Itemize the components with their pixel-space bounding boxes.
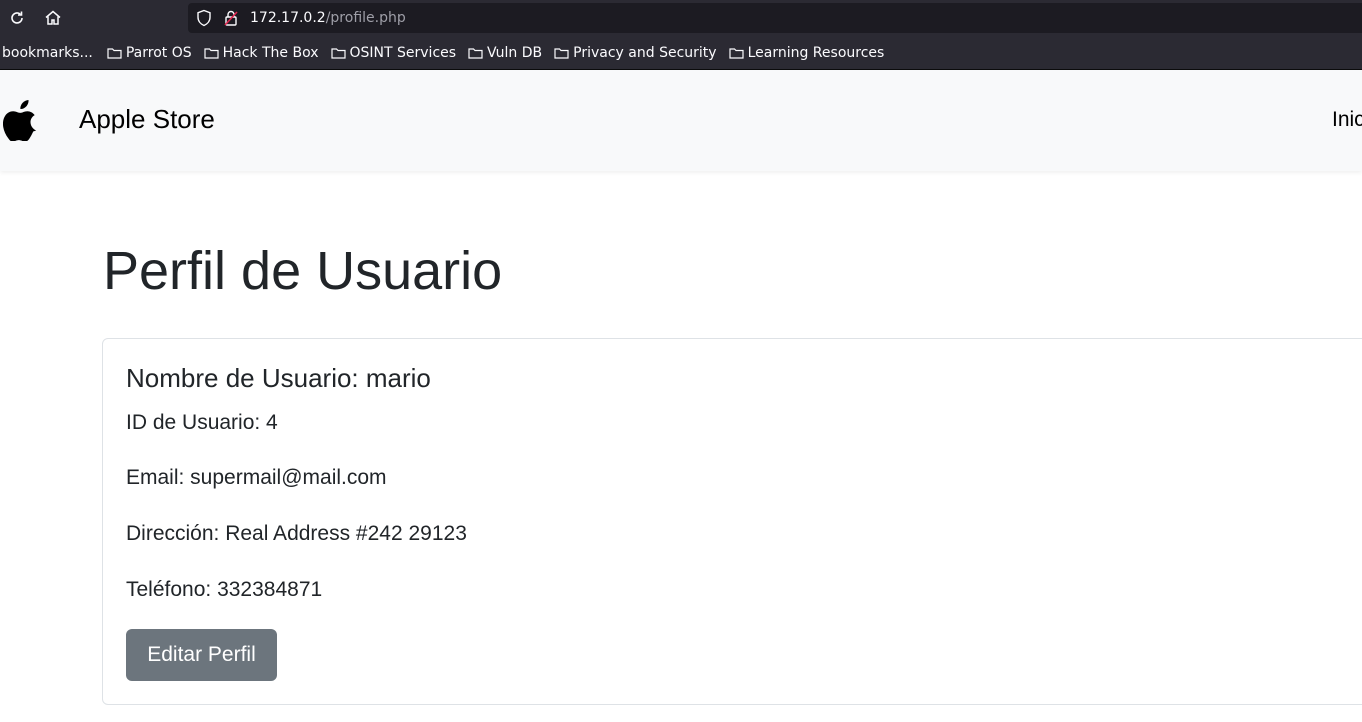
folder-icon bbox=[107, 47, 122, 59]
bookmark-label: Vuln DB bbox=[487, 44, 543, 61]
bookmark-overflow[interactable]: bookmarks... bbox=[2, 41, 93, 65]
nav-link-inicio[interactable]: Inic bbox=[1332, 107, 1362, 133]
bookmark-vuln-db[interactable]: Vuln DB bbox=[468, 41, 542, 65]
folder-icon bbox=[330, 47, 346, 59]
apple-logo-icon[interactable] bbox=[3, 97, 39, 141]
folder-icon bbox=[728, 47, 744, 59]
home-icon[interactable] bbox=[43, 8, 63, 28]
insecure-lock-icon[interactable] bbox=[223, 9, 239, 27]
bookmark-hack-the-box[interactable]: Hack The Box bbox=[204, 41, 319, 65]
url-host: 172.17.0.2 bbox=[250, 10, 326, 26]
page-title: Perfil de Usuario bbox=[103, 241, 503, 301]
user-id-text: ID de Usuario: 4 bbox=[126, 411, 278, 434]
shield-icon[interactable] bbox=[196, 9, 212, 27]
username-heading: Nombre de Usuario: mario bbox=[126, 363, 431, 393]
bookmark-label: Learning Resources bbox=[747, 44, 885, 61]
brand-title[interactable]: Apple Store bbox=[79, 102, 215, 136]
folder-icon bbox=[468, 47, 483, 59]
phone-text: Teléfono: 332384871 bbox=[126, 578, 323, 601]
folder-icon bbox=[554, 47, 569, 59]
bookmark-label: Hack The Box bbox=[222, 44, 319, 61]
bookmarks-bar: bookmarks... Parrot OS Hack The Box OSIN… bbox=[0, 36, 1362, 70]
bookmark-privacy-security[interactable]: Privacy and Security bbox=[554, 41, 717, 65]
url-path: /profile.php bbox=[325, 10, 406, 26]
bookmark-label: Privacy and Security bbox=[573, 44, 717, 61]
email-text: Email: supermail@mail.com bbox=[126, 466, 387, 489]
edit-profile-button[interactable]: Editar Perfil bbox=[126, 629, 277, 681]
address-text: Dirección: Real Address #242 29123 bbox=[126, 522, 467, 545]
bookmark-learning-resources[interactable]: Learning Resources bbox=[728, 41, 885, 65]
bookmark-label: bookmarks... bbox=[2, 44, 93, 61]
bookmark-osint-services[interactable]: OSINT Services bbox=[330, 41, 457, 65]
folder-icon bbox=[204, 47, 219, 59]
bookmark-parrot-os[interactable]: Parrot OS bbox=[107, 41, 192, 65]
reload-icon[interactable] bbox=[7, 8, 27, 28]
bookmark-label: Parrot OS bbox=[125, 44, 192, 61]
url-text[interactable]: 172.17.0.2/profile.php bbox=[250, 9, 406, 27]
bookmark-label: OSINT Services bbox=[349, 44, 457, 61]
